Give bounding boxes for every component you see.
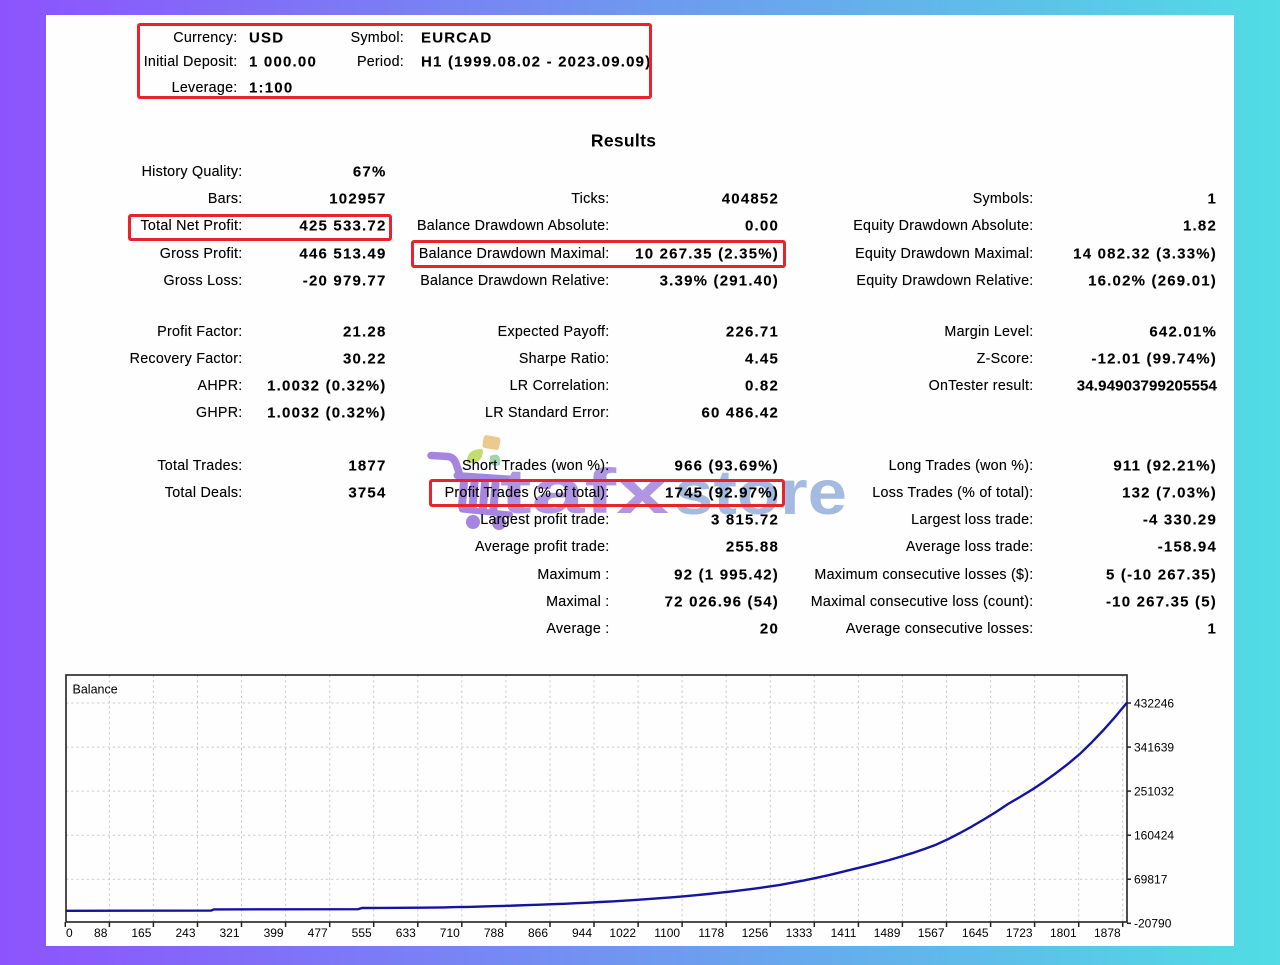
- svg-text:1411: 1411: [831, 926, 857, 940]
- svg-text:Balance: Balance: [73, 683, 118, 697]
- svg-text:321: 321: [219, 926, 239, 940]
- svg-text:243: 243: [175, 926, 195, 940]
- svg-text:1645: 1645: [962, 926, 989, 940]
- svg-text:88: 88: [94, 926, 108, 940]
- svg-text:1256: 1256: [742, 926, 769, 940]
- svg-text:477: 477: [308, 926, 328, 940]
- svg-text:341639: 341639: [1134, 741, 1174, 755]
- svg-text:1878: 1878: [1094, 926, 1121, 940]
- svg-text:1100: 1100: [654, 926, 680, 940]
- svg-text:69817: 69817: [1134, 873, 1168, 887]
- svg-text:251032: 251032: [1134, 785, 1174, 799]
- svg-text:165: 165: [131, 926, 151, 940]
- svg-text:944: 944: [572, 926, 592, 940]
- svg-text:1801: 1801: [1050, 926, 1077, 940]
- svg-text:1333: 1333: [786, 926, 813, 940]
- svg-text:1489: 1489: [874, 926, 901, 940]
- svg-text:399: 399: [264, 926, 284, 940]
- svg-text:788: 788: [484, 926, 504, 940]
- svg-text:432246: 432246: [1134, 696, 1174, 710]
- svg-text:-20790: -20790: [1134, 917, 1172, 931]
- svg-text:1022: 1022: [609, 926, 636, 940]
- svg-text:633: 633: [396, 926, 416, 940]
- svg-text:1567: 1567: [918, 926, 945, 940]
- svg-text:866: 866: [528, 926, 548, 940]
- svg-text:0: 0: [66, 926, 73, 940]
- svg-text:1723: 1723: [1006, 926, 1033, 940]
- svg-text:160424: 160424: [1134, 829, 1174, 843]
- svg-text:710: 710: [440, 926, 460, 940]
- svg-text:555: 555: [352, 926, 372, 940]
- svg-text:1178: 1178: [698, 926, 724, 940]
